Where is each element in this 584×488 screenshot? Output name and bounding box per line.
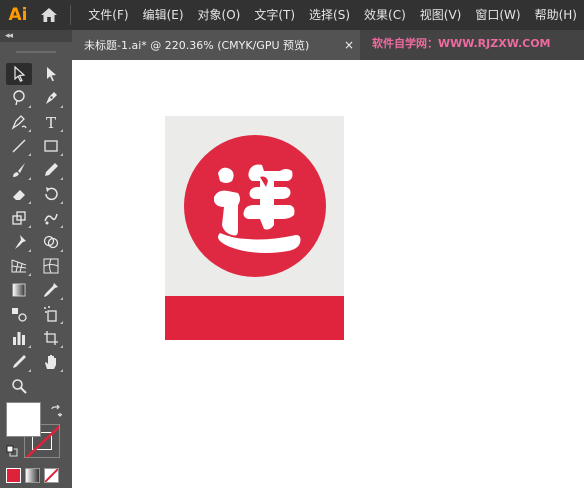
gradient-mode-button[interactable] xyxy=(25,468,40,483)
menu-help[interactable]: 帮助(H) xyxy=(528,0,584,30)
document-tab-title: 未标题-1.ai* @ 220.36% (CMYK/GPU 预览) xyxy=(84,39,310,52)
menu-type[interactable]: 文字(T) xyxy=(247,0,302,30)
type-tool-glyph: T xyxy=(46,114,56,131)
color-mode-buttons xyxy=(6,468,59,483)
menu-object[interactable]: 对象(O) xyxy=(191,0,248,30)
swap-fill-stroke-icon[interactable] xyxy=(50,402,63,417)
app-logo: Ai xyxy=(8,5,28,25)
menu-view[interactable]: 视图(V) xyxy=(413,0,469,30)
tools-panel: ◂◂ T xyxy=(0,30,72,488)
watermark-text: 软件自学网：WWW.RJZXW.COM xyxy=(372,37,551,50)
scale-tool-icon[interactable] xyxy=(6,207,32,229)
logo-glyph-icon xyxy=(214,164,301,253)
eraser-tool-icon[interactable] xyxy=(6,183,32,205)
default-fill-stroke-icon[interactable] xyxy=(6,442,18,457)
pencil-tool-icon[interactable] xyxy=(38,159,64,181)
menu-window[interactable]: 窗口(W) xyxy=(468,0,527,30)
perspective-grid-tool-icon[interactable] xyxy=(6,255,32,277)
panel-collapse-button[interactable]: ◂◂ xyxy=(0,30,72,42)
direct-selection-tool-icon[interactable] xyxy=(38,63,64,85)
paintbrush-tool-icon[interactable] xyxy=(6,159,32,181)
eyedropper-tool-icon[interactable] xyxy=(38,279,64,301)
warp-tool-icon[interactable] xyxy=(38,207,64,229)
type-tool-icon[interactable]: T xyxy=(38,111,64,133)
rotate-tool-icon[interactable] xyxy=(38,183,64,205)
blend-tool-icon[interactable] xyxy=(6,303,32,325)
document-tab-bar: 未标题-1.ai* @ 220.36% (CMYK/GPU 预览) × 软件自学… xyxy=(72,30,584,60)
artwork-bottom-bar[interactable] xyxy=(165,296,344,340)
mesh-tool-icon[interactable] xyxy=(38,255,64,277)
document-tab[interactable]: 未标题-1.ai* @ 220.36% (CMYK/GPU 预览) × xyxy=(72,30,360,60)
menu-effect[interactable]: 效果(C) xyxy=(357,0,413,30)
symbol-sprayer-tool-icon[interactable] xyxy=(38,303,64,325)
slice-tool-icon[interactable] xyxy=(6,351,32,373)
column-graph-tool-icon[interactable] xyxy=(6,327,32,349)
canvas[interactable] xyxy=(72,60,584,488)
fill-stroke-widget xyxy=(6,402,64,462)
home-icon[interactable] xyxy=(36,0,62,30)
artwork-group[interactable] xyxy=(165,116,344,340)
puppet-warp-tool-icon[interactable] xyxy=(6,231,32,253)
menu-edit[interactable]: 编辑(E) xyxy=(136,0,191,30)
artboard-tool-icon[interactable] xyxy=(38,327,64,349)
curvature-tool-icon[interactable] xyxy=(6,111,32,133)
magic-wand-tool-icon[interactable] xyxy=(6,87,32,109)
zoom-tool-icon[interactable] xyxy=(6,375,32,397)
pen-tool-icon[interactable] xyxy=(38,87,64,109)
close-icon[interactable]: × xyxy=(344,30,354,60)
color-mode-button[interactable] xyxy=(6,468,21,483)
fill-swatch[interactable] xyxy=(6,402,41,437)
selection-tool-icon[interactable] xyxy=(6,63,32,85)
logo-circle[interactable] xyxy=(184,135,326,277)
gradient-tool-icon[interactable] xyxy=(6,279,32,301)
shape-builder-tool-icon[interactable] xyxy=(38,231,64,253)
line-segment-tool-icon[interactable] xyxy=(6,135,32,157)
rectangle-tool-icon[interactable] xyxy=(38,135,64,157)
menu-bar: Ai 文件(F) 编辑(E) 对象(O) 文字(T) 选择(S) 效果(C) 视… xyxy=(0,0,584,30)
none-mode-button[interactable] xyxy=(44,468,59,483)
hand-tool-icon[interactable] xyxy=(38,351,64,373)
panel-grip[interactable] xyxy=(0,42,72,62)
menu-divider xyxy=(70,5,72,25)
menu-select[interactable]: 选择(S) xyxy=(302,0,357,30)
menu-file[interactable]: 文件(F) xyxy=(81,0,135,30)
